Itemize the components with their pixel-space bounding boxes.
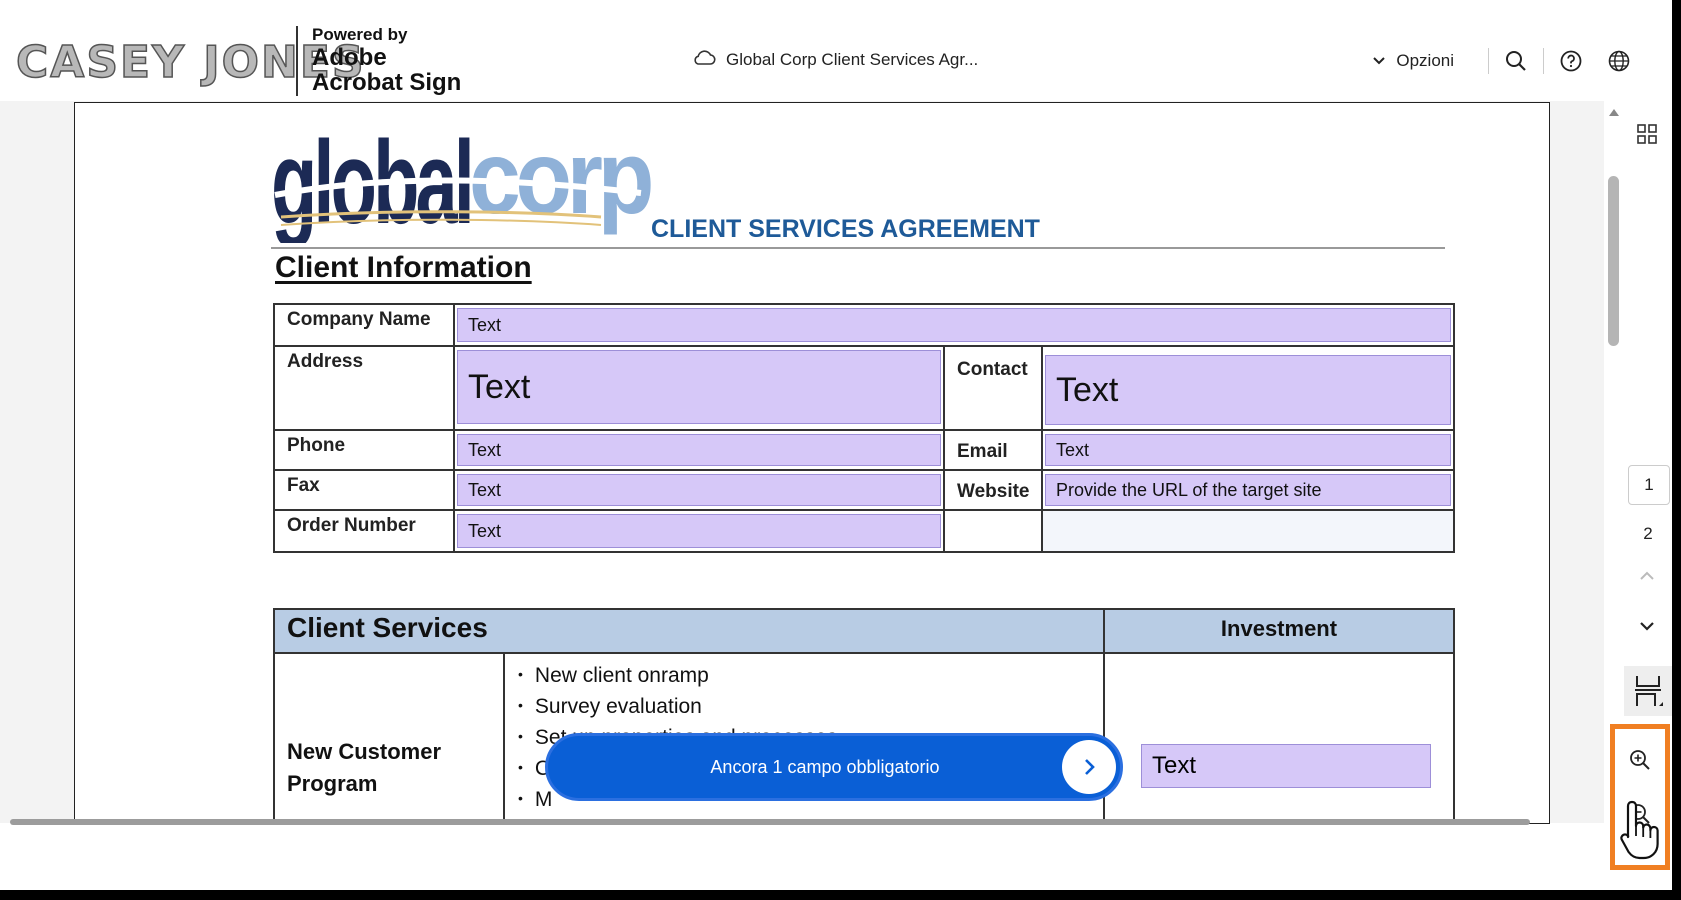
chevron-up-icon [1640, 571, 1654, 580]
options-label: Opzioni [1396, 51, 1454, 70]
list-item: New client onramp [518, 661, 1102, 692]
program-name-line2: Program [287, 771, 378, 796]
vertical-scrollbar[interactable] [1604, 101, 1624, 823]
empty-cell [943, 509, 1043, 553]
thumbnails-button[interactable] [1636, 123, 1658, 150]
horizontal-scrollbar[interactable] [10, 819, 1530, 825]
chevron-down-icon [1372, 51, 1386, 71]
search-button[interactable] [1503, 48, 1529, 74]
header-separator [1543, 48, 1544, 74]
product-name-line1: Adobe [312, 44, 387, 71]
fit-to-width-button[interactable] [1624, 666, 1672, 716]
company-name-label: Company Name [273, 303, 455, 347]
order-number-label: Order Number [273, 509, 455, 553]
agreement-heading: CLIENT SERVICES AGREEMENT [651, 215, 1040, 243]
chevron-right-icon [1085, 759, 1095, 775]
search-icon [1506, 51, 1526, 71]
header-actions: Opzioni [1372, 46, 1632, 76]
heading-rule [271, 247, 1445, 249]
company-name-field[interactable]: Text [457, 308, 1452, 342]
hand-pointer-icon [1620, 800, 1659, 860]
email-label: Email [943, 429, 1043, 471]
globe-icon [1608, 50, 1630, 72]
zoom-in-button[interactable] [1629, 749, 1651, 776]
required-fields-banner[interactable]: Ancora 1 campo obbligatorio [545, 733, 1123, 801]
contact-cell: Text [1040, 345, 1456, 431]
client-information-heading: Client Information [275, 251, 532, 284]
address-field[interactable]: Text [457, 350, 941, 424]
investment-cell: Text [1103, 652, 1455, 823]
header-separator [1488, 48, 1489, 74]
order-number-field[interactable]: Text [457, 514, 941, 548]
scroll-up-arrow-icon [1609, 109, 1619, 116]
required-fields-text: Ancora 1 campo obbligatorio [710, 756, 940, 777]
document-page: global corp CLIENT SERVICES AGREEMENT Cl… [74, 102, 1550, 824]
globalcorp-logo: global corp [271, 117, 651, 243]
website-label: Website [943, 469, 1043, 511]
client-services-heading: Client Services [273, 608, 1105, 654]
contact-field[interactable]: Text [1045, 355, 1452, 425]
email-cell: Text [1040, 429, 1456, 471]
program-name-line1: New Customer [287, 739, 442, 764]
fit-width-icon [1635, 676, 1663, 706]
app-header: CASEY JONES Powered by Adobe Acrobat Sig… [0, 0, 1672, 102]
empty-cell [1040, 509, 1456, 553]
email-field[interactable]: Text [1045, 434, 1452, 466]
previous-page-button[interactable] [1638, 569, 1656, 587]
app-window: CASEY JONES Powered by Adobe Acrobat Sig… [0, 0, 1672, 890]
website-cell: Provide the URL of the target site [1040, 469, 1456, 511]
document-title-text: Global Corp Client Services Agr... [726, 49, 979, 69]
document-viewport[interactable]: global corp CLIENT SERVICES AGREEMENT Cl… [0, 101, 1604, 824]
language-button[interactable] [1606, 48, 1632, 74]
address-label: Address [273, 345, 455, 431]
next-field-button[interactable] [1062, 740, 1116, 794]
company-name-cell: Text [452, 303, 1456, 347]
website-field[interactable]: Provide the URL of the target site [1045, 474, 1452, 506]
grid-icon [1637, 124, 1657, 144]
program-name: New Customer Program [273, 652, 505, 823]
options-menu-button[interactable]: Opzioni [1372, 51, 1474, 71]
svg-text:corp: corp [469, 120, 651, 236]
page-2-button[interactable]: 2 [1628, 515, 1668, 553]
address-cell: Text [453, 345, 945, 431]
contact-label: Contact [943, 345, 1043, 431]
page-1-button[interactable]: 1 [1628, 465, 1670, 505]
powered-by-label: Powered by [312, 25, 408, 44]
phone-field[interactable]: Text [457, 434, 941, 466]
phone-cell: Text [453, 429, 945, 471]
investment-field[interactable]: Text [1141, 744, 1431, 788]
cloud-icon [692, 48, 716, 71]
fax-field[interactable]: Text [457, 474, 941, 506]
help-icon [1560, 50, 1582, 72]
help-button[interactable] [1558, 48, 1584, 74]
chevron-down-icon [1640, 622, 1654, 631]
document-title: Global Corp Client Services Agr... [692, 48, 978, 71]
phone-label: Phone [273, 429, 455, 471]
fax-label: Fax [273, 469, 455, 511]
logo-divider [296, 26, 298, 96]
fax-cell: Text [453, 469, 945, 511]
vertical-scroll-thumb[interactable] [1608, 176, 1619, 346]
zoom-in-icon [1630, 750, 1650, 770]
powered-by-adobe: Powered by Adobe Acrobat Sign [312, 26, 461, 95]
next-page-button[interactable] [1638, 619, 1656, 637]
list-item: Survey evaluation [518, 692, 1102, 723]
client-info-table: Company Name Text Address Text Contact T… [273, 303, 1456, 553]
investment-heading: Investment [1103, 608, 1455, 654]
product-name-line2: Acrobat Sign [312, 69, 462, 96]
order-number-cell: Text [453, 509, 945, 553]
